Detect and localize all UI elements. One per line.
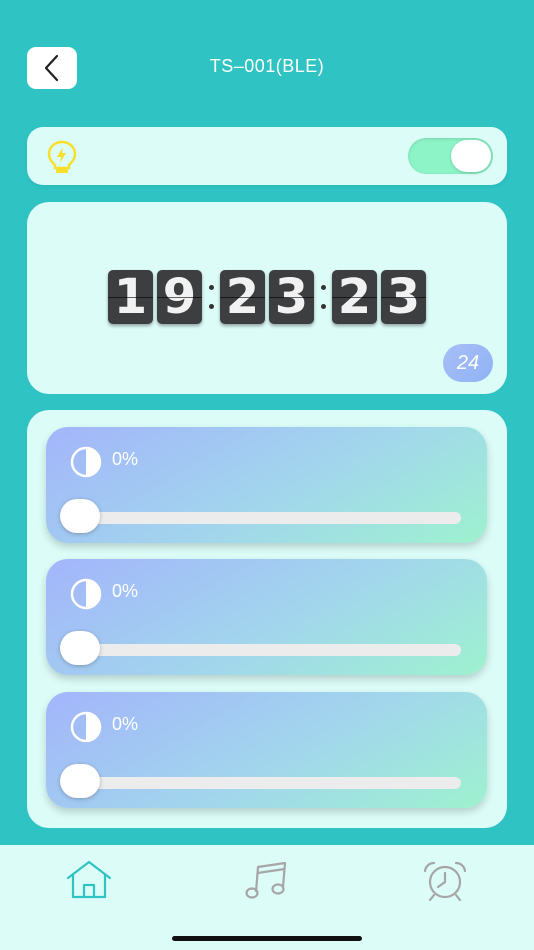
alarm-clock-icon[interactable] (420, 859, 470, 901)
slider-track[interactable] (74, 777, 461, 789)
half-circle-icon (70, 711, 102, 743)
hour-digit-1: 1 (108, 269, 153, 325)
home-icon[interactable] (64, 859, 114, 901)
slider-value-label: 0% (112, 714, 139, 734)
home-indicator (172, 936, 362, 941)
light-power-card (27, 127, 507, 185)
slider-value-label: 0% (112, 449, 139, 469)
lightbulb-icon (47, 140, 77, 173)
24-hour-format-button[interactable]: 24 (443, 344, 493, 382)
brightness-slider-card-2: 0% (46, 559, 487, 675)
minute-digit-1: 2 (220, 269, 265, 325)
clock-card: 1 9 2 3 2 3 24 (27, 202, 507, 394)
page-title: TS–001(BLE) (209, 56, 325, 76)
slider-thumb[interactable] (60, 499, 100, 533)
second-digit-2: 3 (381, 269, 426, 325)
brightness-slider-card-1: 0% (46, 427, 487, 543)
clock-colon (316, 270, 330, 324)
minute-digit-2: 3 (269, 269, 314, 325)
music-note-icon[interactable] (242, 859, 292, 901)
clock-colon (204, 270, 218, 324)
sliders-card: 0% 0% 0% (27, 410, 507, 828)
hour-digit-2: 9 (157, 269, 202, 325)
flip-clock: 1 9 2 3 2 3 (27, 269, 507, 325)
second-digit-1: 2 (332, 269, 377, 325)
brightness-slider-card-3: 0% (46, 692, 487, 808)
slider-thumb[interactable] (60, 764, 100, 798)
slider-track[interactable] (74, 512, 461, 524)
half-circle-icon (70, 446, 102, 478)
slider-value-label: 0% (112, 581, 139, 601)
toggle-knob[interactable] (451, 140, 491, 172)
light-toggle[interactable] (408, 138, 493, 174)
half-circle-icon (70, 578, 102, 610)
slider-thumb[interactable] (60, 631, 100, 665)
slider-track[interactable] (74, 644, 461, 656)
tab-bar (0, 845, 534, 950)
